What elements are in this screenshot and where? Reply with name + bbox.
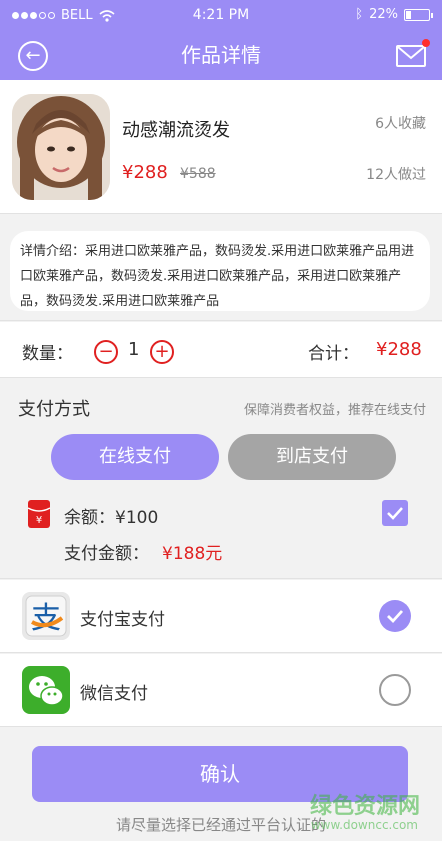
svg-text:支: 支 bbox=[31, 601, 61, 636]
bluetooth-icon: ᛒ bbox=[355, 7, 364, 22]
wechat-icon bbox=[22, 666, 70, 714]
status-bar: BELL 4:21 PM ᛒ 22% bbox=[0, 0, 442, 32]
battery-percent: 22% bbox=[369, 7, 398, 22]
wechat-option[interactable]: 微信支付 bbox=[0, 654, 442, 727]
svg-text:¥: ¥ bbox=[36, 515, 42, 526]
page-title: 作品详情 bbox=[181, 43, 261, 67]
use-balance-checkbox[interactable] bbox=[382, 500, 408, 526]
quantity-row: 数量： − 1 + 合计： ¥288 bbox=[0, 322, 442, 378]
product-price: ¥288 bbox=[122, 162, 168, 183]
total-value: ¥288 bbox=[376, 339, 422, 360]
wechat-radio-unselected[interactable] bbox=[379, 674, 411, 706]
product-avatar[interactable] bbox=[12, 94, 110, 200]
balance-text: 余额：¥100 bbox=[64, 508, 159, 528]
description-section: 详情介绍：采用进口欧莱雅产品，数码烫发.采用进口欧莱雅产品用进口欧莱雅产品，数码… bbox=[0, 215, 442, 321]
mail-icon[interactable] bbox=[396, 39, 430, 67]
nav-bar: ← 作品详情 bbox=[0, 32, 442, 80]
quantity-label: 数量： bbox=[22, 344, 73, 364]
quantity-value: 1 bbox=[128, 339, 140, 360]
watermark-url: www.downcc.com bbox=[310, 818, 418, 832]
payment-title: 支付方式 bbox=[18, 399, 90, 420]
battery-icon bbox=[404, 8, 433, 21]
pay-amount-label: 支付金额： bbox=[64, 544, 149, 564]
alipay-icon: 支 bbox=[22, 592, 70, 640]
done-count: 12人做过 bbox=[366, 167, 426, 183]
notification-dot bbox=[422, 39, 430, 47]
alipay-radio-selected[interactable] bbox=[379, 600, 411, 632]
red-packet-icon: ¥ bbox=[27, 500, 51, 528]
payment-hint: 保障消费者权益，推荐在线支付 bbox=[243, 403, 426, 418]
description-text: 详情介绍：采用进口欧莱雅产品，数码烫发.采用进口欧莱雅产品用进口欧莱雅产品，数码… bbox=[10, 231, 430, 311]
product-name: 动感潮流烫发 bbox=[122, 120, 230, 141]
online-pay-button[interactable]: 在线支付 bbox=[51, 434, 219, 480]
wechat-label: 微信支付 bbox=[80, 684, 148, 704]
pay-amount-value: ¥188元 bbox=[162, 544, 223, 564]
total-label: 合计： bbox=[308, 344, 359, 364]
decrease-button[interactable]: − bbox=[94, 340, 118, 364]
original-price: ¥588 bbox=[180, 166, 216, 182]
store-pay-button[interactable]: 到店支付 bbox=[228, 434, 396, 480]
alipay-label: 支付宝支付 bbox=[80, 610, 165, 630]
product-card: 动感潮流烫发 6人收藏 ¥288 ¥588 12人做过 bbox=[0, 80, 442, 214]
payment-section: 支付方式 保障消费者权益，推荐在线支付 在线支付 到店支付 ¥ 余额：¥100 … bbox=[0, 379, 442, 579]
favorites-count: 6人收藏 bbox=[375, 116, 426, 132]
watermark-text: 绿色资源网 bbox=[309, 794, 420, 819]
increase-button[interactable]: + bbox=[150, 340, 174, 364]
alipay-option[interactable]: 支 支付宝支付 bbox=[0, 580, 442, 653]
header-bar: BELL 4:21 PM ᛒ 22% ← 作品详情 bbox=[0, 0, 442, 80]
